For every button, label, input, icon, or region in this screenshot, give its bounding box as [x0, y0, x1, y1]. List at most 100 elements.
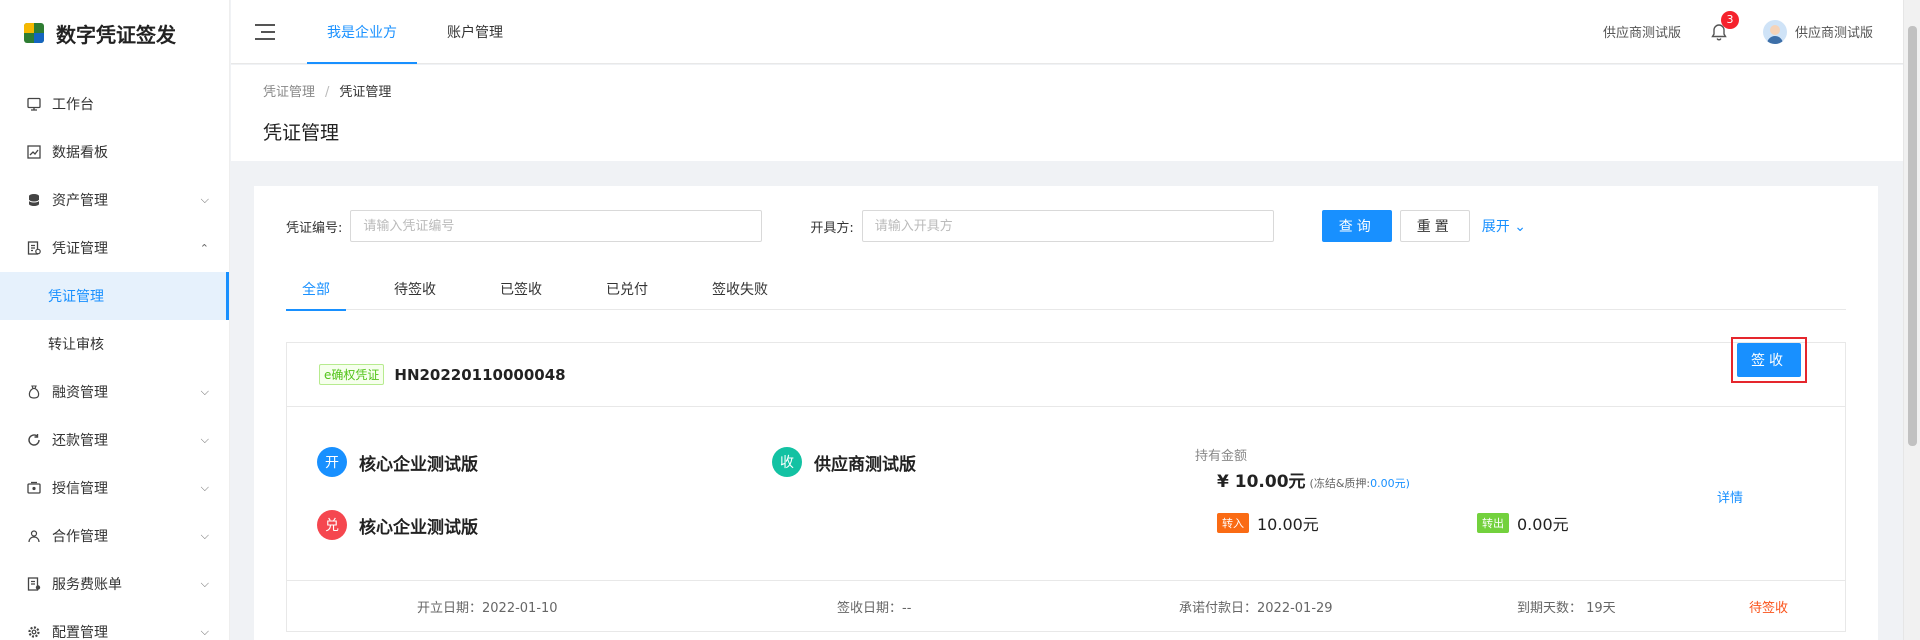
transfer-in-amount: 10.00元 — [1257, 515, 1319, 534]
frozen-label: (冻结&质押: — [1309, 477, 1371, 490]
code-label: 凭证编号: — [286, 220, 343, 236]
document-icon — [26, 240, 42, 256]
settings-icon — [26, 624, 42, 640]
voucher-type-tag: e确权凭证 — [319, 364, 385, 385]
reset-button[interactable]: 重置 — [1399, 210, 1470, 242]
money-bag-icon — [26, 384, 42, 400]
voucher-code: HN20220110000048 — [394, 365, 566, 384]
sidebar-item-voucher[interactable]: 凭证管理 ⌃ — [0, 224, 229, 272]
sidebar-menu: 工作台 数据看板 资产管理 ⌵ 凭证管理 ⌃ 凭证管理 转让审核 融资管理 ⌵ — [0, 80, 229, 640]
breadcrumb-parent[interactable]: 凭证管理 — [263, 85, 315, 100]
transfer-in: 转入 10.00元 — [1217, 511, 1319, 535]
notification-bell-icon[interactable]: 3 — [1711, 10, 1739, 41]
sidebar-item-credit[interactable]: 授信管理 ⌵ — [0, 464, 229, 512]
chevron-down-icon: ⌵ — [200, 625, 209, 638]
page-scrollbar[interactable] — [1903, 0, 1920, 640]
bill-icon — [26, 576, 42, 592]
breadcrumb-current: 凭证管理 — [339, 85, 392, 100]
top-header: 我是企业方 账户管理 供应商测试版 3 供应商测试版 — [231, 0, 1903, 64]
expand-link[interactable]: 展开 ⌄ — [1482, 216, 1526, 236]
transfer-out: 转出 0.00元 — [1477, 511, 1569, 535]
sidebar-item-dashboard[interactable]: 数据看板 — [0, 128, 229, 176]
query-button[interactable]: 查询 — [1321, 210, 1392, 242]
header-right: 供应商测试版 3 供应商测试版 — [1603, 10, 1903, 44]
detail-link[interactable]: 详情 — [1717, 487, 1743, 506]
refresh-icon — [26, 432, 42, 448]
tab-enterprise[interactable]: 我是企业方 — [307, 0, 417, 64]
payer-badge: 兑 — [317, 510, 347, 540]
voucher-body: 开 核心企业测试版 收 供应商测试版 兑 核心企业测试版 持有金额 ¥ 10.0… — [287, 407, 1845, 581]
promise-date: 承诺付款日：2022-01-29 — [1179, 600, 1333, 616]
app-logo[interactable]: 数字凭证签发 — [0, 0, 229, 66]
tab-pending[interactable]: 待签收 — [378, 268, 452, 310]
status-badge: 待签收 — [1749, 600, 1789, 616]
issuer-party: 开 核心企业测试版 — [317, 447, 478, 477]
transfer-out-tag: 转出 — [1477, 513, 1509, 533]
open-date: 开立日期：2022-01-10 — [417, 600, 558, 616]
tab-all[interactable]: 全部 — [286, 268, 346, 311]
sidebar-item-workbench[interactable]: 工作台 — [0, 80, 229, 128]
logo-icon — [24, 23, 44, 43]
database-icon — [26, 192, 42, 208]
hold-amount: ¥ 10.00元 (冻结&质押: 0.00元) — [1217, 467, 1410, 492]
org-name[interactable]: 供应商测试版 — [1603, 22, 1681, 41]
partner-icon — [26, 528, 42, 544]
chevron-up-icon: ⌃ — [199, 241, 209, 255]
hold-amount-value: ¥ 10.00元 — [1217, 472, 1306, 492]
sidebar-item-voucher-manage[interactable]: 凭证管理 — [0, 272, 229, 320]
receiver-name: 供应商测试版 — [814, 454, 916, 475]
sign-date: 签收日期：-- — [837, 600, 912, 616]
issuer-input[interactable] — [861, 210, 1274, 242]
voucher-card: e确权凭证 HN20220110000048 签收 开 核心企业测试版 收 供应… — [286, 337, 1846, 632]
sidebar-item-financing[interactable]: 融资管理 ⌵ — [0, 368, 229, 416]
monitor-icon — [26, 96, 42, 112]
voucher-code-input[interactable] — [350, 210, 763, 242]
sidebar-item-repayment[interactable]: 还款管理 ⌵ — [0, 416, 229, 464]
sidebar-item-assets[interactable]: 资产管理 ⌵ — [0, 176, 229, 224]
sidebar-item-cooperation[interactable]: 合作管理 ⌵ — [0, 512, 229, 560]
sidebar-item-service-bill[interactable]: 服务费账单 ⌵ — [0, 560, 229, 608]
filter-form: 凭证编号: 开具方: 查询 重置 展开 ⌄ — [286, 210, 1846, 242]
receiver-party: 收 供应商测试版 — [772, 447, 916, 477]
tab-account[interactable]: 账户管理 — [427, 0, 523, 64]
app-title: 数字凭证签发 — [56, 22, 176, 47]
breadcrumb: 凭证管理 / 凭证管理 — [263, 81, 1871, 100]
chevron-down-icon: ⌵ — [200, 193, 209, 206]
menu-toggle-icon[interactable] — [255, 23, 275, 40]
receiver-badge: 收 — [772, 447, 802, 477]
notification-badge: 3 — [1720, 10, 1739, 29]
scrollbar-thumb[interactable] — [1908, 26, 1917, 446]
issuer-label: 开具方: — [810, 220, 854, 236]
credit-icon — [26, 480, 42, 496]
voucher-footer: 开立日期：2022-01-10 签收日期：-- 承诺付款日：2022-01-29… — [287, 581, 1845, 631]
expand-label: 展开 — [1481, 219, 1510, 235]
tab-failed[interactable]: 签收失败 — [696, 268, 784, 310]
sidebar-item-transfer-review[interactable]: 转让审核 — [0, 320, 229, 368]
sidebar: 数字凭证签发 工作台 数据看板 资产管理 ⌵ 凭证管理 ⌃ 凭证管理 转让审核 — [0, 0, 230, 640]
breadcrumb-separator: / — [325, 85, 330, 100]
status-tabs: 全部 待签收 已签收 已兑付 签收失败 — [286, 268, 1846, 311]
chart-icon — [26, 144, 42, 160]
main-content: 凭证编号: 开具方: 查询 重置 展开 ⌄ 全部 待签收 已签收 已兑付 签收失… — [254, 186, 1878, 640]
chevron-down-icon: ⌵ — [200, 529, 209, 542]
voucher-header: e确权凭证 HN20220110000048 签收 — [287, 337, 1845, 407]
avatar[interactable] — [1762, 19, 1787, 44]
days-left: 到期天数： 19天 — [1517, 600, 1616, 616]
user-name[interactable]: 供应商测试版 — [1795, 22, 1873, 41]
chevron-down-icon: ⌵ — [200, 433, 209, 446]
payer-party: 兑 核心企业测试版 — [317, 510, 478, 540]
transfer-in-tag: 转入 — [1217, 513, 1249, 533]
page-title: 凭证管理 — [263, 122, 340, 144]
sidebar-item-settings[interactable]: 配置管理 ⌵ — [0, 608, 229, 640]
page-header: 凭证管理 / 凭证管理 凭证管理 — [231, 65, 1903, 161]
hold-amount-label: 持有金额 — [1195, 449, 1248, 464]
issuer-badge: 开 — [317, 447, 347, 477]
sign-button[interactable]: 签收 — [1737, 343, 1801, 377]
transfer-out-amount: 0.00元 — [1517, 515, 1569, 534]
tab-signed[interactable]: 已签收 — [484, 268, 558, 310]
chevron-down-icon: ⌵ — [200, 385, 209, 398]
tab-paid[interactable]: 已兑付 — [590, 268, 664, 310]
chevron-down-icon: ⌵ — [200, 481, 209, 494]
chevron-down-icon: ⌄ — [1514, 219, 1526, 235]
payer-name: 核心企业测试版 — [359, 517, 478, 538]
